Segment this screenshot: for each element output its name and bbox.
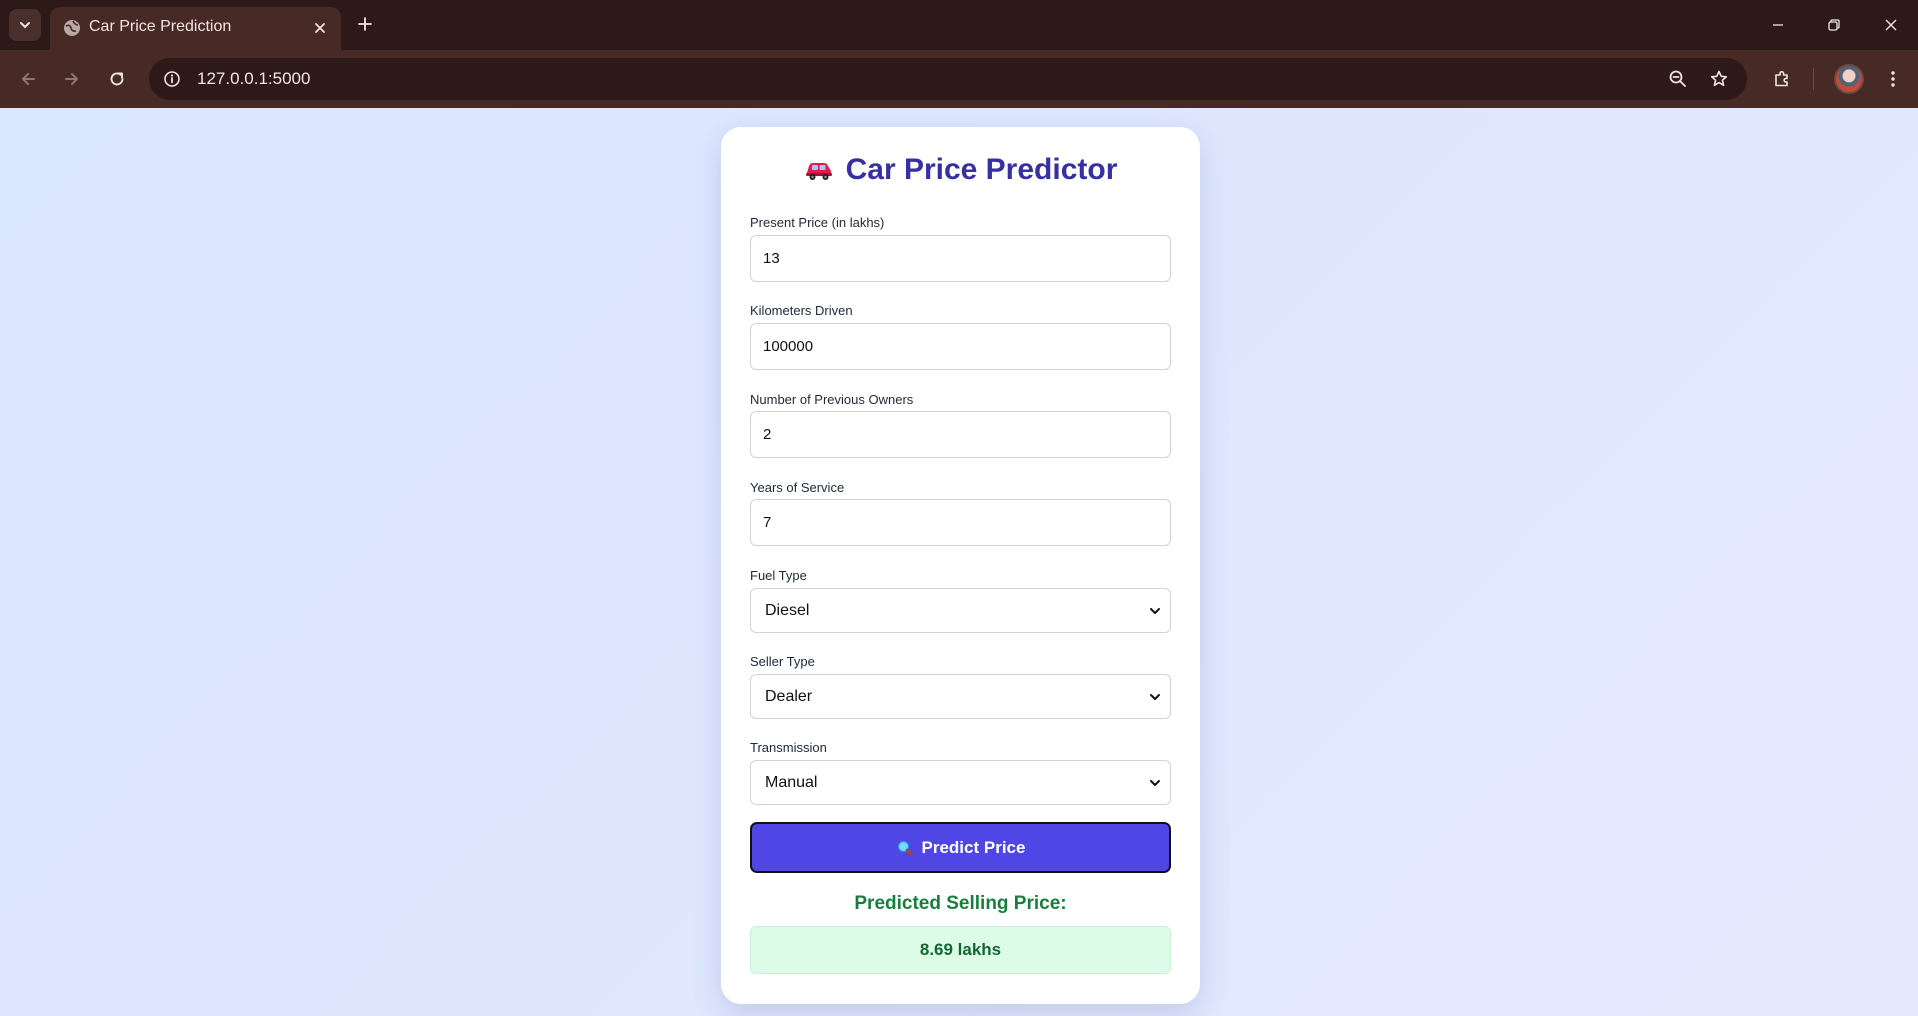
magnifier-icon — [897, 840, 913, 856]
browser-tab[interactable]: Car Price Prediction — [50, 7, 341, 50]
browser-menu-button[interactable] — [1878, 64, 1908, 94]
chevron-down-icon — [20, 22, 30, 29]
predict-price-label: Predict Price — [921, 837, 1026, 857]
reload-icon — [110, 72, 124, 86]
new-tab-button[interactable] — [352, 11, 378, 37]
kebab-menu-icon — [1891, 71, 1895, 87]
browser-tab-bar: Car Price Prediction — [0, 0, 1918, 50]
address-bar[interactable]: 127.0.0.1:5000 — [149, 58, 1747, 100]
minimize-button[interactable] — [1758, 10, 1798, 40]
kms-driven-label: Kilometers Driven — [750, 303, 853, 318]
years-input[interactable]: 7 — [750, 499, 1171, 546]
globe-icon — [64, 20, 80, 36]
chevron-down-icon — [1150, 608, 1160, 614]
present-price-input[interactable]: 13 — [750, 235, 1171, 282]
browser-toolbar: 127.0.0.1:5000 — [0, 50, 1918, 108]
tab-search-button[interactable] — [9, 9, 41, 41]
result-heading: Predicted Selling Price: — [854, 893, 1067, 914]
puzzle-icon — [1775, 70, 1788, 87]
profile-avatar[interactable] — [1834, 64, 1864, 94]
owners-input[interactable]: 2 — [750, 411, 1171, 458]
seller-type-select[interactable]: Dealer — [750, 674, 1171, 719]
page-title-text: Car Price Predictor — [845, 153, 1118, 186]
fuel-type-value: Diesel — [765, 602, 810, 619]
fuel-type-label: Fuel Type — [750, 568, 807, 583]
back-button[interactable] — [13, 64, 43, 94]
chevron-down-icon — [1150, 780, 1160, 786]
chevron-down-icon — [1150, 694, 1160, 700]
arrow-left-icon — [22, 73, 35, 85]
toolbar-separator — [1813, 68, 1814, 90]
predict-price-button[interactable]: Predict Price — [750, 822, 1171, 873]
page-viewport: Car Price Predictor Present Price (in la… — [0, 108, 1918, 1016]
arrow-right-icon — [65, 73, 78, 85]
present-price-label: Present Price (in lakhs) — [750, 215, 885, 230]
transmission-select[interactable]: Manual — [750, 760, 1171, 805]
zoom-button[interactable] — [1666, 67, 1690, 91]
predictor-card: Car Price Predictor Present Price (in la… — [721, 127, 1200, 1004]
fuel-type-select[interactable]: Diesel — [750, 588, 1171, 633]
page-title: Car Price Predictor — [721, 153, 1200, 187]
predicted-price-value: 8.69 lakhs — [750, 926, 1171, 974]
seller-type-label: Seller Type — [750, 654, 815, 669]
forward-button[interactable] — [57, 64, 87, 94]
plus-icon — [358, 17, 372, 31]
restore-icon — [1828, 19, 1840, 31]
kms-driven-input[interactable]: 100000 — [750, 323, 1171, 370]
minimize-icon — [1773, 24, 1783, 26]
reload-button[interactable] — [102, 64, 132, 94]
bookmark-button[interactable] — [1707, 67, 1731, 91]
owners-label: Number of Previous Owners — [750, 392, 914, 407]
info-icon — [164, 71, 180, 87]
close-window-button[interactable] — [1871, 10, 1911, 40]
transmission-label: Transmission — [750, 740, 827, 755]
close-icon — [1885, 19, 1897, 31]
site-info-button[interactable] — [159, 66, 185, 92]
extensions-button[interactable] — [1767, 64, 1797, 94]
tab-close-button[interactable] — [309, 17, 331, 39]
transmission-value: Manual — [765, 774, 818, 791]
tab-title: Car Price Prediction — [89, 18, 232, 35]
car-icon — [805, 163, 832, 180]
restore-button[interactable] — [1814, 10, 1854, 40]
close-icon — [315, 23, 325, 33]
seller-type-value: Dealer — [765, 688, 813, 705]
star-icon — [1710, 70, 1728, 87]
url-text[interactable]: 127.0.0.1:5000 — [197, 69, 310, 89]
years-label: Years of Service — [750, 480, 845, 495]
zoom-out-icon — [1669, 70, 1686, 87]
